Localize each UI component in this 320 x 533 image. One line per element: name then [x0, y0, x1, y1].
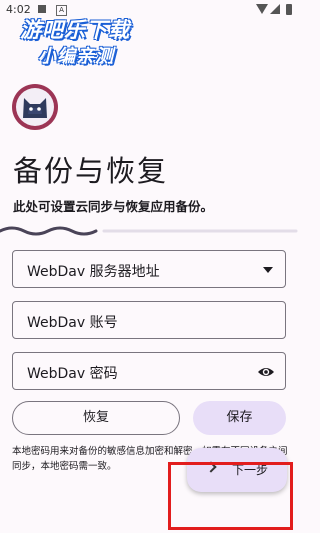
restore-button[interactable]: 恢复 [12, 401, 180, 435]
cat-icon [16, 88, 54, 126]
account-field[interactable]: WebDav 账号 [12, 301, 286, 339]
battery-icon [286, 4, 292, 15]
server-address-label: WebDav 服务器地址 [27, 264, 160, 280]
server-address-field[interactable]: WebDav 服务器地址 [12, 250, 286, 288]
highlight-box [168, 462, 293, 530]
account-label: WebDav 账号 [27, 315, 118, 331]
watermark-line-1: 游吧乐下载 [20, 18, 130, 42]
step-progress [0, 226, 298, 236]
watermark: 游吧乐下载 小编亲测 [20, 14, 170, 68]
cell-signal-icon [270, 4, 280, 14]
eye-icon[interactable] [257, 364, 275, 383]
notification-icon [38, 5, 46, 13]
wifi-icon [256, 4, 268, 14]
password-field[interactable]: WebDav 密码 [12, 352, 286, 390]
page-subtitle: 此处可设置云同步与恢复应用备份。 [13, 199, 214, 214]
dropdown-arrow-icon[interactable] [261, 262, 275, 281]
save-button[interactable]: 保存 [193, 401, 286, 435]
app-logo [12, 84, 58, 130]
watermark-line-2: 小编亲测 [38, 46, 114, 67]
page-title: 备份与恢复 [13, 154, 169, 188]
password-label: WebDav 密码 [27, 366, 118, 382]
